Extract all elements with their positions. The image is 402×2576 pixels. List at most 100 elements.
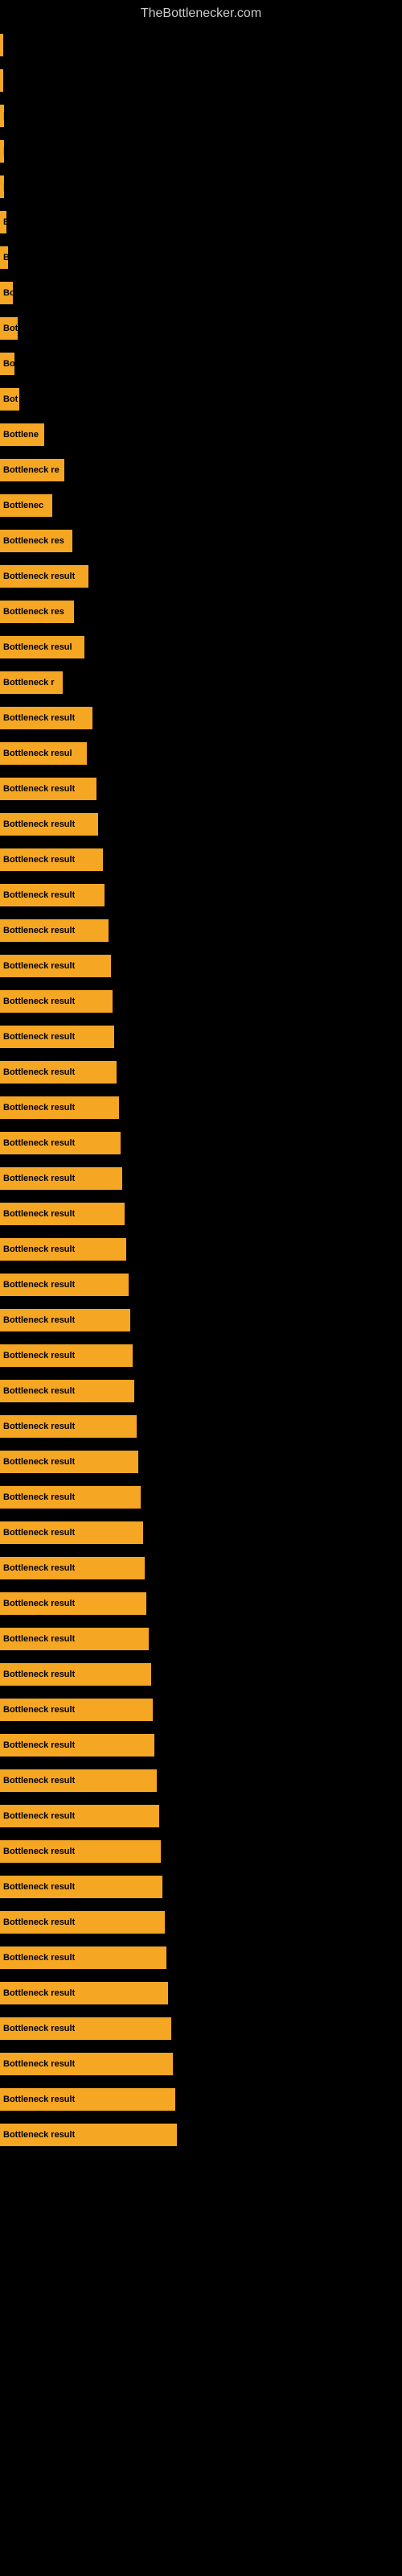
bar-fill: Bottleneck result bbox=[0, 2088, 175, 2111]
bar-row: Bottleneck result bbox=[0, 1550, 402, 1586]
bar-fill: Bottleneck result bbox=[0, 1061, 117, 1084]
bar-fill: Bottleneck result bbox=[0, 1592, 146, 1615]
bar-fill: Bottleneck result bbox=[0, 990, 113, 1013]
bar-label: Bottleneck result bbox=[3, 2059, 75, 2069]
bar-row: Bottleneck result bbox=[0, 700, 402, 736]
bar-row: Bottleneck result bbox=[0, 877, 402, 913]
bar-label: Bottleneck result bbox=[3, 1351, 75, 1360]
bar-label: | bbox=[3, 147, 4, 156]
bar-fill: Bottleneck result bbox=[0, 778, 96, 800]
bar-row: Bottleneck result bbox=[0, 1409, 402, 1444]
bar-row: Bottleneck result bbox=[0, 1621, 402, 1657]
bar-fill: Bo bbox=[0, 282, 13, 304]
bar-label: Bottleneck resul bbox=[3, 642, 72, 652]
bar-row: Bottleneck result bbox=[0, 1905, 402, 1940]
bar-fill: | bbox=[0, 140, 4, 163]
bar-row: Bottleneck result bbox=[0, 807, 402, 842]
bar-label: Bottleneck res bbox=[3, 536, 64, 546]
bar-label: Bottleneck re bbox=[3, 465, 59, 475]
bar-row: Bottleneck re bbox=[0, 452, 402, 488]
bar-fill: Bottleneck result bbox=[0, 1946, 166, 1969]
bar-label: Bot bbox=[3, 394, 18, 404]
bar-label: Bottleneck result bbox=[3, 926, 75, 935]
bar-row bbox=[0, 63, 402, 98]
bar-fill: Bottleneck result bbox=[0, 813, 98, 836]
bar-fill bbox=[0, 34, 3, 56]
bar-label: Bottleneck result bbox=[3, 1067, 75, 1077]
bar-fill: Bottleneck res bbox=[0, 601, 74, 623]
bar-label: E bbox=[3, 217, 6, 227]
bar-label: Bottleneck result bbox=[3, 1988, 75, 1998]
bar-row: Bottleneck result bbox=[0, 1798, 402, 1834]
bar-fill: Bottleneck result bbox=[0, 955, 111, 977]
bar-fill: Bottleneck result bbox=[0, 1521, 143, 1544]
bar-row: Bottleneck result bbox=[0, 1657, 402, 1692]
bar-label: Bottleneck result bbox=[3, 961, 75, 971]
bar-fill: Bottleneck result bbox=[0, 1344, 133, 1367]
bar-label: Bottleneck result bbox=[3, 1953, 75, 1963]
bar-label: Bottleneck result bbox=[3, 2024, 75, 2033]
bar-row: Bot bbox=[0, 311, 402, 346]
bar-row: | bbox=[0, 134, 402, 169]
bar-row: Bottleneck result bbox=[0, 2117, 402, 2153]
bar-label: Bottlenec bbox=[3, 501, 43, 510]
bar-row: Bottleneck result bbox=[0, 1692, 402, 1728]
bar-fill: Bottleneck result bbox=[0, 1096, 119, 1119]
bar-row: | bbox=[0, 98, 402, 134]
bar-fill: Bottleneck result bbox=[0, 1451, 138, 1473]
bar-row: Bottleneck result bbox=[0, 1302, 402, 1338]
bar-row: E bbox=[0, 204, 402, 240]
bar-fill: Bottleneck result bbox=[0, 1167, 122, 1190]
bar-fill: Bot bbox=[0, 388, 19, 411]
bar-row: Bottleneck result bbox=[0, 1232, 402, 1267]
bar-row: Bottleneck result bbox=[0, 771, 402, 807]
bar-label: Bottleneck res bbox=[3, 607, 64, 617]
bar-fill: Bottlene bbox=[0, 423, 44, 446]
bar-row: Bottleneck result bbox=[0, 1267, 402, 1302]
bar-fill: Bottleneck result bbox=[0, 1876, 162, 1898]
bar-row: Bottleneck result bbox=[0, 1975, 402, 2011]
bar-fill: Bottleneck result bbox=[0, 565, 88, 588]
bar-fill: Bottleneck result bbox=[0, 707, 92, 729]
bar-fill: Bottleneck result bbox=[0, 1486, 141, 1509]
bar-label: Bottleneck result bbox=[3, 1634, 75, 1644]
bar-fill: Bot bbox=[0, 317, 18, 340]
bar-fill: Bottleneck result bbox=[0, 1309, 130, 1331]
bar-label: Bottleneck result bbox=[3, 1245, 75, 1254]
bar-label: | bbox=[3, 111, 4, 121]
bar-label: Bottleneck result bbox=[3, 1776, 75, 1785]
bar-label: Bottleneck r bbox=[3, 678, 55, 687]
bar-label: Bottleneck result bbox=[3, 1209, 75, 1219]
bar-label: Bottleneck result bbox=[3, 1847, 75, 1856]
bar-fill: Bottleneck r bbox=[0, 671, 63, 694]
bar-row: Bottleneck result bbox=[0, 1834, 402, 1869]
bar-label: Bottleneck result bbox=[3, 784, 75, 794]
bar-fill: Bottleneck result bbox=[0, 2017, 171, 2040]
bar-fill: Bottleneck result bbox=[0, 1380, 134, 1402]
bar-row: Bottleneck result bbox=[0, 1444, 402, 1480]
bar-label: Bottleneck result bbox=[3, 819, 75, 829]
bar-fill: E bbox=[0, 211, 6, 233]
bar-label: Bottleneck result bbox=[3, 1457, 75, 1467]
site-title: TheBottlenecker.com bbox=[0, 0, 402, 27]
bar-fill: | bbox=[0, 175, 4, 198]
bar-label: Bottleneck result bbox=[3, 1528, 75, 1538]
bar-row: Bottleneck result bbox=[0, 1515, 402, 1550]
bar-row: Bottleneck r bbox=[0, 665, 402, 700]
bar-fill: Bottleneck resul bbox=[0, 742, 87, 765]
bar-row: Bottleneck result bbox=[0, 1125, 402, 1161]
bars-container: |||EBBoBotBoBotBottleneBottleneck reBott… bbox=[0, 27, 402, 2153]
bar-label: | bbox=[3, 182, 4, 192]
bar-row: Bottleneck result bbox=[0, 1480, 402, 1515]
bar-fill: Bottleneck result bbox=[0, 1238, 126, 1261]
bar-row: Bottleneck resul bbox=[0, 630, 402, 665]
bar-row: | bbox=[0, 169, 402, 204]
bar-row: Bottleneck result bbox=[0, 1586, 402, 1621]
bar-row: Bottleneck result bbox=[0, 559, 402, 594]
bar-fill: Bottleneck result bbox=[0, 884, 105, 906]
bar-label: Bottleneck result bbox=[3, 1032, 75, 1042]
bar-row: Bot bbox=[0, 382, 402, 417]
bar-fill: Bottleneck result bbox=[0, 1982, 168, 2004]
bar-row: Bottleneck result bbox=[0, 1373, 402, 1409]
bar-fill: Bottleneck res bbox=[0, 530, 72, 552]
